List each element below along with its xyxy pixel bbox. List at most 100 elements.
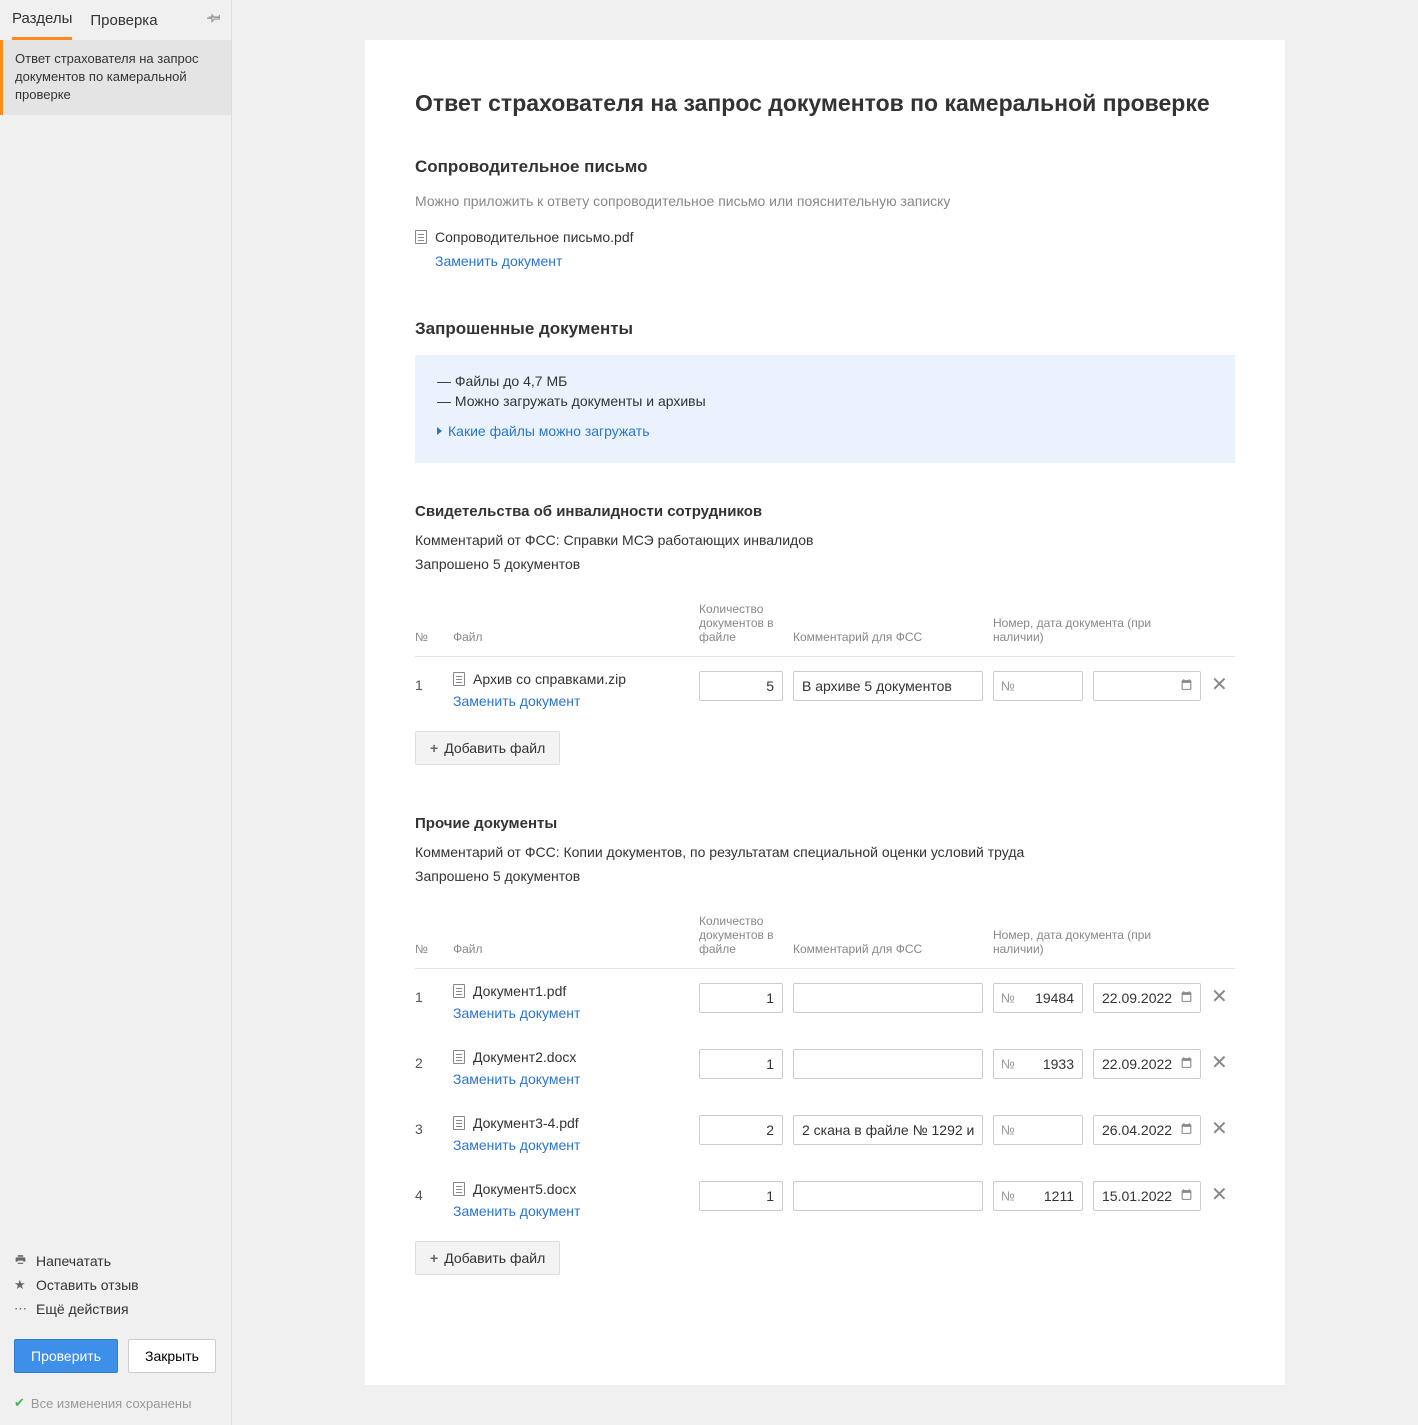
- row-file-cell: Архив со справками.zip Заменить документ: [453, 671, 689, 709]
- add-file-button[interactable]: + Добавить файл: [415, 1241, 560, 1275]
- add-file-button[interactable]: + Добавить файл: [415, 731, 560, 765]
- pin-icon[interactable]: [207, 10, 221, 27]
- row-num: 1: [415, 983, 443, 1005]
- sidebar-item-response[interactable]: Ответ страхователя на запрос документов …: [0, 40, 231, 115]
- table-row: 2 Документ2.docx Заменить документ №: [415, 1035, 1235, 1101]
- plus-icon: +: [430, 1250, 438, 1266]
- info-box: — Файлы до 4,7 МБ — Можно загружать доку…: [415, 355, 1235, 463]
- plus-icon: +: [430, 740, 438, 756]
- tab-sections[interactable]: Разделы: [12, 10, 72, 40]
- file-icon: [453, 984, 465, 998]
- page: Ответ страхователя на запрос документов …: [365, 40, 1285, 1385]
- docnum-input[interactable]: [993, 1115, 1083, 1145]
- cover-letter-hint: Можно приложить к ответу сопроводительно…: [415, 193, 1235, 209]
- comment-input[interactable]: [793, 1115, 983, 1145]
- qty-input[interactable]: [699, 983, 783, 1013]
- delete-row-button[interactable]: ✕: [1211, 671, 1235, 695]
- calendar-icon[interactable]: [1180, 1122, 1193, 1138]
- qty-input[interactable]: [699, 1115, 783, 1145]
- section2-fss-comment: Комментарий от ФСС: Копии документов, по…: [415, 844, 1235, 860]
- col-docinfo: Номер, дата документа (при наличии): [993, 616, 1201, 644]
- col-docinfo: Номер, дата документа (при наличии): [993, 928, 1201, 956]
- more-icon: ⋯: [14, 1301, 28, 1317]
- star-icon: ★: [14, 1277, 28, 1293]
- replace-link[interactable]: Заменить документ: [453, 693, 580, 709]
- docnum-input[interactable]: [993, 1049, 1083, 1079]
- info-expand-label: Какие файлы можно загружать: [448, 423, 649, 439]
- cover-letter-file: Сопроводительное письмо.pdf: [415, 229, 1235, 245]
- col-comment: Комментарий для ФСС: [793, 630, 983, 644]
- check-button[interactable]: Проверить: [14, 1339, 118, 1373]
- tab-check[interactable]: Проверка: [90, 12, 157, 39]
- sidebar-buttons: Проверить Закрыть: [0, 1329, 231, 1387]
- action-print[interactable]: Напечатать: [14, 1249, 217, 1273]
- row-num: 2: [415, 1049, 443, 1071]
- section2-table: № Файл Количество документов в файле Ком…: [415, 914, 1235, 1233]
- print-icon: [14, 1253, 28, 1269]
- file-icon: [453, 1050, 465, 1064]
- qty-input[interactable]: [699, 1181, 783, 1211]
- add-file-label: Добавить файл: [444, 1250, 545, 1266]
- comment-input[interactable]: [793, 983, 983, 1013]
- replace-link[interactable]: Заменить документ: [453, 1005, 580, 1021]
- col-num: №: [415, 630, 443, 644]
- calendar-icon[interactable]: [1180, 1188, 1193, 1204]
- docnum-input[interactable]: [993, 983, 1083, 1013]
- row-num: 4: [415, 1181, 443, 1203]
- delete-row-button[interactable]: ✕: [1211, 1181, 1235, 1205]
- replace-link[interactable]: Заменить документ: [453, 1071, 580, 1087]
- delete-row-button[interactable]: ✕: [1211, 1115, 1235, 1139]
- requested-heading: Запрошенные документы: [415, 319, 1235, 339]
- comment-input[interactable]: [793, 671, 983, 701]
- calendar-icon[interactable]: [1180, 990, 1193, 1006]
- table-header: № Файл Количество документов в файле Ком…: [415, 914, 1235, 969]
- docnum-input[interactable]: [993, 1181, 1083, 1211]
- comment-input[interactable]: [793, 1181, 983, 1211]
- delete-row-button[interactable]: ✕: [1211, 1049, 1235, 1073]
- sidebar-tabs: Разделы Проверка: [0, 0, 231, 40]
- row-filename: Документ2.docx: [473, 1049, 576, 1065]
- file-icon: [453, 672, 465, 686]
- close-button[interactable]: Закрыть: [128, 1339, 216, 1373]
- action-feedback-label: Оставить отзыв: [36, 1277, 139, 1293]
- section1-table: № Файл Количество документов в файле Ком…: [415, 602, 1235, 723]
- table-row: 1 Документ1.pdf Заменить документ №: [415, 969, 1235, 1035]
- row-num: 3: [415, 1115, 443, 1137]
- sidebar-actions: Напечатать ★ Оставить отзыв ⋯ Ещё действ…: [0, 1241, 231, 1329]
- qty-input[interactable]: [699, 1049, 783, 1079]
- action-feedback[interactable]: ★ Оставить отзыв: [14, 1273, 217, 1297]
- docnum-input[interactable]: [993, 671, 1083, 701]
- file-icon: [453, 1182, 465, 1196]
- section1-fss-comment: Комментарий от ФСС: Справки МСЭ работающ…: [415, 532, 1235, 548]
- cover-letter-heading: Сопроводительное письмо: [415, 157, 1235, 177]
- sidebar: Разделы Проверка Ответ страхователя на з…: [0, 0, 232, 1425]
- action-more[interactable]: ⋯ Ещё действия: [14, 1297, 217, 1321]
- file-icon: [415, 230, 427, 244]
- col-comment: Комментарий для ФСС: [793, 942, 983, 956]
- col-qty: Количество документов в файле: [699, 602, 783, 644]
- calendar-icon[interactable]: [1180, 678, 1193, 694]
- section2-requested-count: Запрошено 5 документов: [415, 868, 1235, 884]
- col-num: №: [415, 942, 443, 956]
- replace-link[interactable]: Заменить документ: [453, 1203, 580, 1219]
- action-more-label: Ещё действия: [36, 1301, 129, 1317]
- row-filename: Документ3-4.pdf: [473, 1115, 579, 1131]
- file-icon: [453, 1116, 465, 1130]
- delete-row-button[interactable]: ✕: [1211, 983, 1235, 1007]
- info-line-2: — Можно загружать документы и архивы: [437, 393, 1213, 409]
- cover-letter-replace-link[interactable]: Заменить документ: [435, 253, 1235, 269]
- row-filename: Документ1.pdf: [473, 983, 566, 999]
- comment-input[interactable]: [793, 1049, 983, 1079]
- calendar-icon[interactable]: [1180, 1056, 1193, 1072]
- section-other-docs: Прочие документы Комментарий от ФСС: Коп…: [415, 815, 1235, 1275]
- page-title: Ответ страхователя на запрос документов …: [415, 90, 1235, 117]
- save-status-label: Все изменения сохранены: [31, 1396, 192, 1411]
- replace-link[interactable]: Заменить документ: [453, 1137, 580, 1153]
- table-row: 1 Архив со справками.zip Заменить докуме…: [415, 657, 1235, 723]
- section1-requested-count: Запрошено 5 документов: [415, 556, 1235, 572]
- qty-input[interactable]: [699, 671, 783, 701]
- info-expand-link[interactable]: Какие файлы можно загружать: [437, 423, 1213, 439]
- row-filename: Архив со справками.zip: [473, 671, 626, 687]
- section-disability-certs: Свидетельства об инвалидности сотруднико…: [415, 503, 1235, 765]
- cover-letter-filename: Сопроводительное письмо.pdf: [435, 229, 634, 245]
